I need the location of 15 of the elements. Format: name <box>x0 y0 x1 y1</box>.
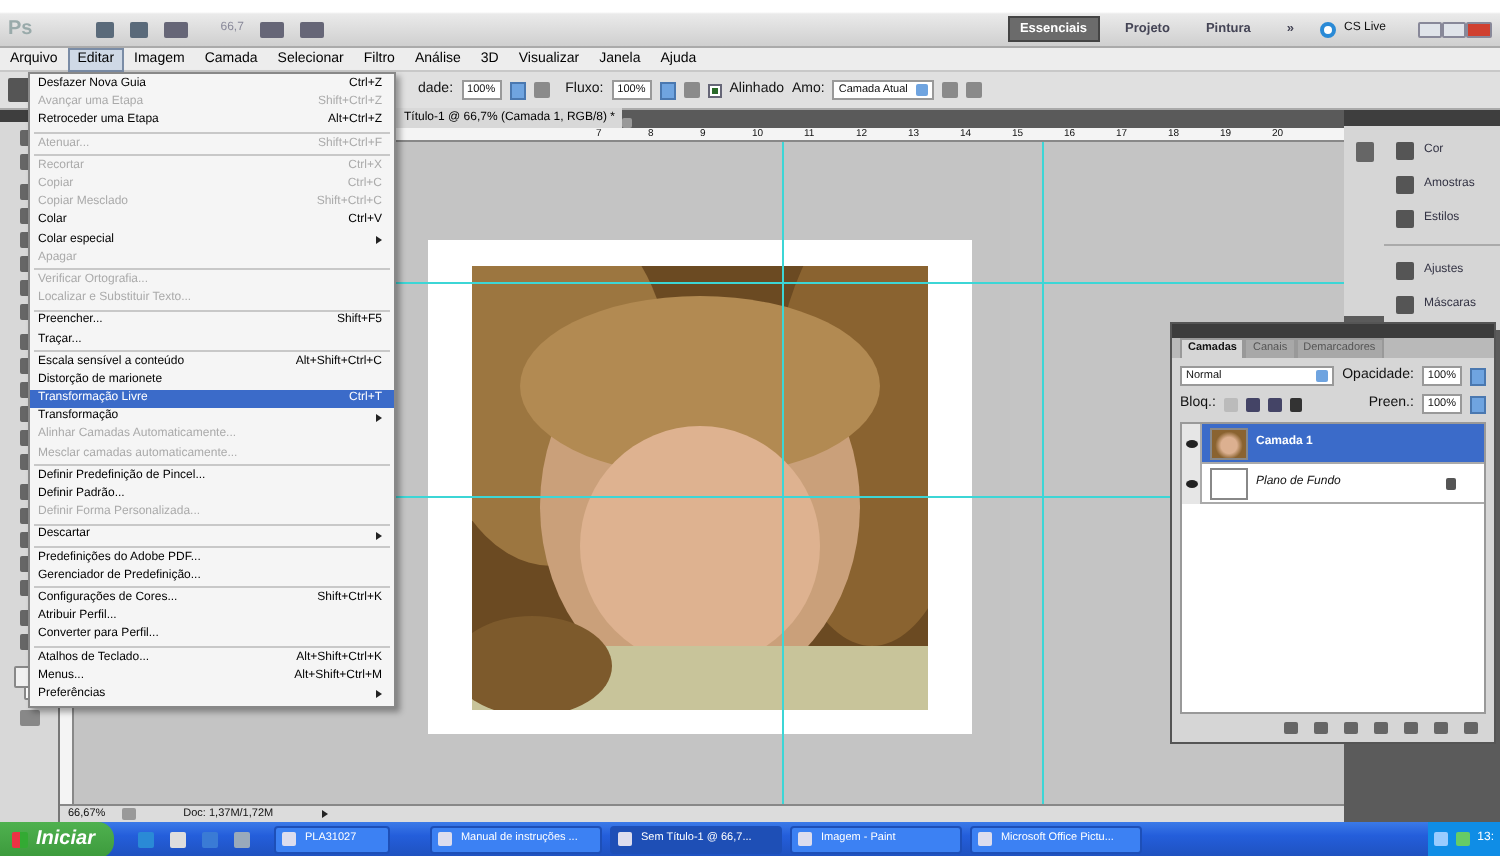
minimize-button[interactable] <box>1418 21 1442 37</box>
flow-slider-button[interactable] <box>659 81 676 99</box>
eye-icon[interactable] <box>1185 479 1197 487</box>
aligned-checkbox[interactable] <box>707 83 722 97</box>
layer-thumbnail <box>1210 427 1248 459</box>
eye-icon[interactable] <box>1185 439 1197 447</box>
close-button[interactable] <box>1466 21 1492 37</box>
cs-live-icon[interactable] <box>1319 21 1336 37</box>
layer-thumbnail <box>1210 467 1248 499</box>
fill-slider-button[interactable] <box>1470 395 1486 413</box>
opacity-slider-button[interactable] <box>1470 367 1486 385</box>
app-logo: Ps <box>8 17 33 41</box>
opacity-slider-button[interactable] <box>509 81 526 99</box>
maximize-button[interactable] <box>1442 21 1466 37</box>
tab-close-icon[interactable] <box>622 118 633 128</box>
